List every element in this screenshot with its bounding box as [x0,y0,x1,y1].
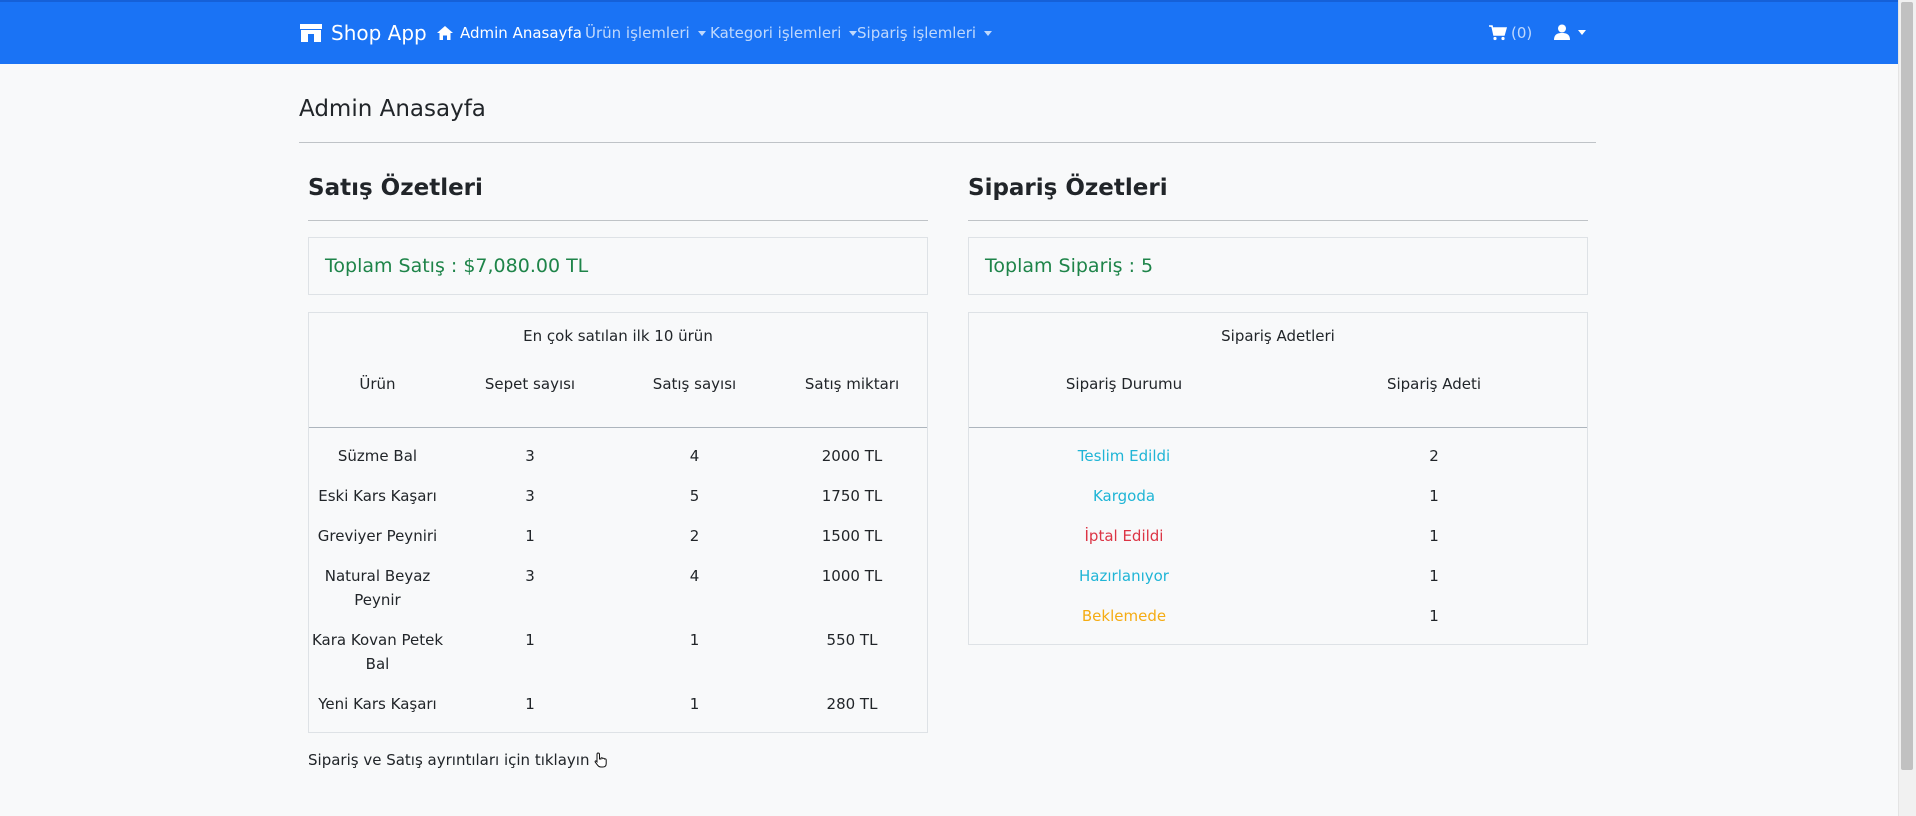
cell-sales-amount: 1750 TL [821,487,883,505]
caret-down-icon [1578,29,1586,35]
column-header-sales-count: Satış sayısı [652,375,737,393]
cell-sales-amount: 280 TL [826,695,878,713]
home-icon [437,26,453,40]
cell-sales-count: 1 [689,631,700,649]
scrollbar-thumb[interactable] [1901,2,1913,770]
nav-order-ops[interactable]: Sipariş işlemleri [857,24,993,42]
divider [299,142,1596,143]
nav-category-ops[interactable]: Kategori işlemleri [710,24,858,42]
cell-sales-count: 4 [689,567,700,585]
cell-cart-count: 1 [525,527,535,545]
column-header-order-count: Sipariş Adeti [1386,375,1482,393]
brand-label: Shop App [331,21,427,45]
table-header-divider [309,427,927,428]
hand-pointer-icon [595,752,608,768]
page-title: Admin Anasayfa [299,96,486,122]
top-navbar: Shop App Admin Anasayfa Ürün işlemleri K… [0,0,1898,64]
table-header-divider [969,427,1587,428]
column-header-sales-amount: Satış miktarı [804,375,900,393]
table-caption: En çok satılan ilk 10 ürün [523,327,713,345]
cell-product: Greviyer Peyniri [317,527,438,545]
cell-sales-amount: 1000 TL [821,567,883,585]
brand-link[interactable]: Shop App [299,21,427,45]
status-delivered: Teslim Edildi [1077,447,1171,465]
cell-product-line1: Natural Beyaz [324,567,431,585]
cell-sales-count: 2 [689,527,700,545]
total-orders-text: Toplam Sipariş : 5 [985,255,1154,277]
nav-admin-home-label: Admin Anasayfa [460,24,582,42]
caret-down-icon [984,30,993,36]
user-icon [1554,24,1570,40]
cart-icon [1489,25,1507,41]
total-sales-text: Toplam Satış : $7,080.00 TL [325,255,589,277]
cell-product: Süzme Bal [337,447,418,465]
cell-sales-count: 1 [689,695,700,713]
order-summary-title: Sipariş Özetleri [968,175,1168,201]
details-link[interactable]: Sipariş ve Satış ayrıntıları için tıklay… [308,751,609,769]
status-in-shipping: Kargoda [1092,487,1156,505]
nav-category-ops-label: Kategori işlemleri [710,24,842,42]
total-sales-box: Toplam Satış : $7,080.00 TL [308,237,928,295]
cell-sales-amount: 1500 TL [821,527,883,545]
cell-order-count: 1 [1429,487,1439,505]
cell-cart-count: 3 [525,447,535,465]
status-pending: Beklemede [1081,607,1167,625]
caret-down-icon [697,30,706,36]
divider [968,220,1588,221]
cell-sales-count: 5 [689,487,700,505]
nav-admin-home[interactable]: Admin Anasayfa [436,24,582,42]
column-header-product: Ürün [359,375,396,393]
user-menu[interactable] [1554,24,1586,40]
divider [308,220,928,221]
cell-cart-count: 3 [525,567,535,585]
cell-order-count: 1 [1429,567,1439,585]
table-caption: Sipariş Adetleri [1221,327,1335,345]
sales-summary-title: Satış Özetleri [308,175,483,201]
nav-product-ops-label: Ürün işlemleri [585,24,690,42]
cart-count: (0) [1511,24,1533,42]
total-orders-box: Toplam Sipariş : 5 [968,237,1588,295]
cell-sales-count: 4 [689,447,700,465]
cell-cart-count: 1 [525,695,535,713]
cell-order-count: 2 [1429,447,1439,465]
cell-product-line1: Kara Kovan Petek [311,631,444,649]
status-preparing: Hazırlanıyor [1079,567,1169,585]
cell-sales-amount: 2000 TL [821,447,883,465]
cell-product: Yeni Kars Kaşarı [318,695,437,713]
column-header-cart-count: Sepet sayısı [484,375,576,393]
cart-link[interactable]: (0) [1489,24,1532,42]
store-icon [300,24,322,42]
nav-product-ops[interactable]: Ürün işlemleri [585,24,706,42]
cell-cart-count: 3 [525,487,535,505]
status-cancelled: İptal Edildi [1084,527,1164,545]
order-counts-table: Sipariş Adetleri Sipariş Durumu Sipariş … [968,312,1588,645]
cell-sales-amount: 550 TL [826,631,878,649]
cell-product-line2: Peynir [354,591,401,609]
details-link-text: Sipariş ve Satış ayrıntıları için tıklay… [308,751,590,769]
nav-order-ops-label: Sipariş işlemleri [857,24,977,42]
cell-product: Eski Kars Kaşarı [318,487,437,505]
cell-cart-count: 1 [525,631,535,649]
cell-order-count: 1 [1429,527,1439,545]
cell-product-line2: Bal [365,655,390,673]
top-products-table: En çok satılan ilk 10 ürün Ürün Sepet sa… [308,312,928,733]
column-header-order-status: Sipariş Durumu [1065,375,1183,393]
cell-order-count: 1 [1429,607,1439,625]
